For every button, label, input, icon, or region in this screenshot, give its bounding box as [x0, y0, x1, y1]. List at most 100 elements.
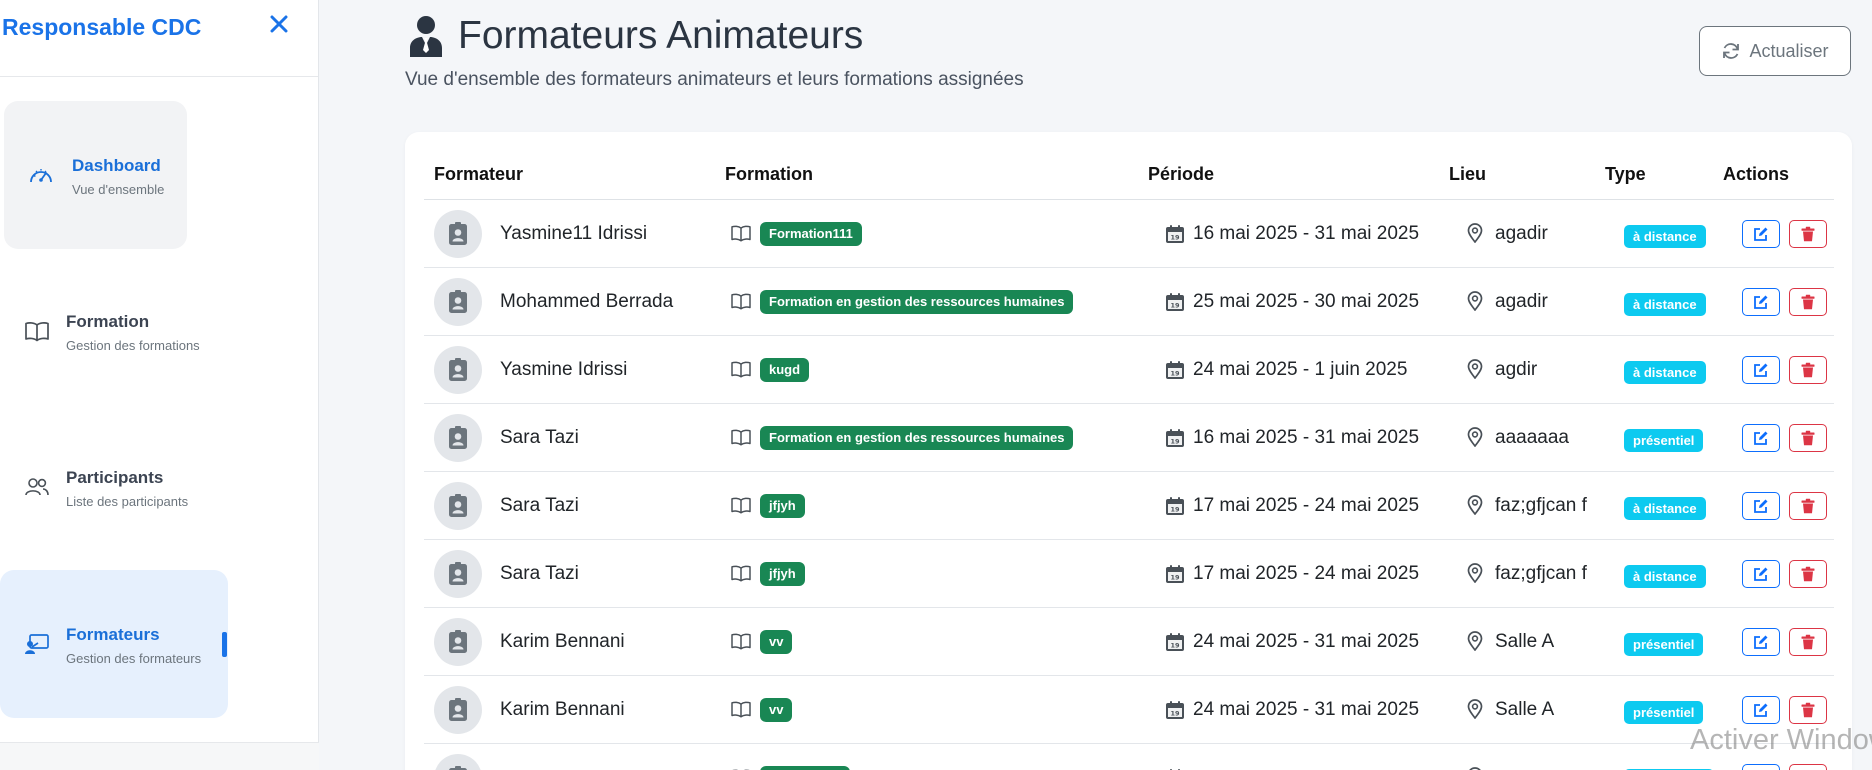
- calendar-icon: 19: [1165, 292, 1185, 312]
- location-text: Salle A: [1495, 631, 1555, 652]
- map-pin-icon: [1465, 222, 1485, 244]
- map-pin-icon: [1465, 290, 1485, 312]
- edit-icon: [1754, 295, 1768, 309]
- sidebar-title: Responsable CDC: [2, 14, 202, 40]
- table-row: Sara Tazi Formation en gestion des resso…: [424, 404, 1834, 472]
- close-icon[interactable]: [266, 11, 292, 37]
- calendar-icon: 19: [1165, 632, 1185, 652]
- refresh-icon: [1721, 41, 1741, 61]
- location-text: aaaaaaa: [1495, 427, 1569, 448]
- id-badge-icon: [434, 210, 482, 258]
- edit-button[interactable]: [1742, 288, 1780, 316]
- type-badge: présentiel: [1624, 429, 1704, 452]
- refresh-label: Actualiser: [1749, 40, 1829, 61]
- table-row: Sara Tazi jfjyh 19 17 mai 2025 - 24 mai …: [424, 540, 1834, 608]
- delete-button[interactable]: [1789, 288, 1827, 316]
- person-presentation-icon: [23, 630, 51, 658]
- edit-button[interactable]: [1742, 696, 1780, 724]
- table-row: Yasmine Idrissi kugd 19 24 mai 2025 - 1 …: [424, 336, 1834, 404]
- svg-text:19: 19: [1170, 234, 1180, 242]
- sidebar-item-participants[interactable]: Participants Liste des participants: [0, 446, 240, 546]
- page-title-text: Formateurs Animateurs: [458, 14, 864, 57]
- formation-badge: [760, 766, 850, 770]
- formation-badge: jfjyh: [760, 562, 805, 586]
- formation-badge: vv: [760, 630, 793, 654]
- map-pin-icon: [1465, 630, 1485, 652]
- delete-button[interactable]: [1789, 356, 1827, 384]
- formation-badge: Formation en gestion des ressources huma…: [760, 426, 1074, 450]
- book-icon: [729, 562, 753, 584]
- delete-button[interactable]: [1789, 696, 1827, 724]
- sidebar-item-sub: Gestion des formations: [66, 338, 200, 353]
- type-badge: présentiel: [1624, 701, 1704, 724]
- id-badge-icon: [434, 482, 482, 530]
- svg-text:19: 19: [1170, 710, 1180, 718]
- sidebar-item-label: Dashboard: [72, 156, 161, 175]
- refresh-button[interactable]: Actualiser: [1699, 26, 1851, 76]
- calendar-icon: 19: [1165, 224, 1185, 244]
- column-header-formation: Formation: [725, 164, 813, 184]
- trash-icon: [1801, 498, 1815, 514]
- sidebar-item-sub: Vue d'ensemble: [72, 182, 165, 197]
- sidebar-item-label: Formation: [66, 312, 150, 331]
- period-text: 24 mai 2025 - 31 mai 2025: [1193, 699, 1420, 720]
- period-text: 24 mai 2025 - 31 mai 2025: [1193, 631, 1420, 652]
- location-text: agdir: [1495, 359, 1538, 380]
- type-badge: à distance: [1624, 225, 1706, 248]
- delete-button[interactable]: [1789, 560, 1827, 588]
- edit-button[interactable]: [1742, 560, 1780, 588]
- edit-icon: [1754, 431, 1768, 445]
- sidebar-item-sub: Liste des participants: [66, 494, 189, 509]
- location-text: faz;gfjcan f: [1495, 563, 1587, 584]
- edit-button[interactable]: [1742, 492, 1780, 520]
- map-pin-icon: [1465, 426, 1485, 448]
- id-badge-icon: [434, 618, 482, 666]
- edit-button[interactable]: [1742, 424, 1780, 452]
- period-text: 25 mai 2025 - 30 mai 2025: [1193, 291, 1420, 312]
- delete-button[interactable]: [1789, 492, 1827, 520]
- windows-watermark: Activer Windows: [1690, 724, 1872, 756]
- trash-icon: [1801, 430, 1815, 446]
- sidebar-item-dashboard[interactable]: Dashboard Vue d'ensemble: [4, 101, 187, 249]
- formateur-name: Yasmine Idrissi: [500, 359, 628, 380]
- formation-badge: vv: [760, 698, 793, 722]
- sidebar-item-label: Formateurs: [66, 625, 160, 644]
- sidebar-item-formation[interactable]: Formation Gestion des formations: [0, 290, 240, 390]
- location-text: faz;gfjcan f: [1495, 495, 1587, 516]
- column-header-type: Type: [1605, 164, 1646, 184]
- edit-button[interactable]: [1742, 220, 1780, 248]
- page-subtitle: Vue d'ensemble des formateurs animateurs…: [405, 69, 1024, 90]
- sidebar-item-formateurs[interactable]: Formateurs Gestion des formateurs: [0, 570, 228, 718]
- book-icon: [729, 290, 753, 312]
- trash-icon: [1801, 226, 1815, 242]
- id-badge-icon: [434, 278, 482, 326]
- svg-text:19: 19: [1170, 370, 1180, 378]
- location-text: agadir: [1495, 223, 1548, 244]
- trash-icon: [1801, 362, 1815, 378]
- calendar-icon: 19: [1165, 496, 1185, 516]
- column-header-lieu: Lieu: [1449, 164, 1487, 184]
- delete-button[interactable]: [1789, 424, 1827, 452]
- svg-text:19: 19: [1170, 642, 1180, 650]
- map-pin-icon: [1465, 562, 1485, 584]
- type-badge: à distance: [1624, 293, 1706, 316]
- formation-badge: jfjyh: [760, 494, 805, 518]
- edit-button[interactable]: [1742, 764, 1780, 770]
- formation-badge: Formation en gestion des ressources huma…: [760, 290, 1074, 314]
- delete-button[interactable]: [1789, 628, 1827, 656]
- table-row: Mohammed Berrada Formation en gestion de…: [424, 268, 1834, 336]
- formateur-name: Yasmine11 Idrissi: [500, 223, 648, 244]
- column-header-formateur: Formateur: [434, 164, 524, 184]
- table-row: Karim Bennani vv 19 24 mai 2025 - 31 mai…: [424, 608, 1834, 676]
- id-badge-icon: [434, 414, 482, 462]
- table-row: 19: [424, 744, 1834, 770]
- period-text: 17 mai 2025 - 24 mai 2025: [1193, 495, 1420, 516]
- edit-button[interactable]: [1742, 628, 1780, 656]
- sidebar-item-sub: Gestion des formateurs: [66, 651, 202, 666]
- delete-button[interactable]: [1789, 220, 1827, 248]
- person-suit-icon: [406, 10, 446, 62]
- trash-icon: [1801, 566, 1815, 582]
- edit-button[interactable]: [1742, 356, 1780, 384]
- delete-button[interactable]: [1789, 764, 1827, 770]
- table-row: Karim Bennani vv 19 24 mai 2025 - 31 mai…: [424, 676, 1834, 744]
